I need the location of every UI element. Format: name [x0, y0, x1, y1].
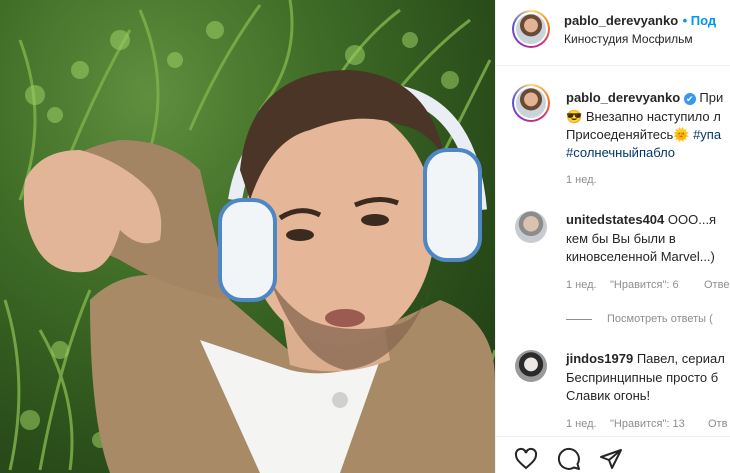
comment-likes[interactable]: "Нравится": 13	[610, 418, 685, 430]
post-header: pablo_derevyanko • Под Киностудия Мосфил…	[496, 0, 730, 66]
comment-icon[interactable]	[556, 447, 582, 471]
comment-likes[interactable]: "Нравится": 6	[610, 279, 679, 291]
commenter-avatar[interactable]	[515, 350, 547, 382]
verified-badge-icon: ✔	[683, 92, 696, 105]
hashtag-link[interactable]: #упа	[693, 127, 721, 142]
sun-emoji-icon: 🌞	[673, 127, 690, 142]
comment-timestamp[interactable]: 1 нед.	[566, 418, 597, 430]
caption-line-2: 😎 Внезапно наступило л	[566, 107, 721, 126]
view-replies-button[interactable]: Посмотреть ответы (	[607, 313, 713, 325]
caption-author[interactable]: pablo_derevyanko	[566, 90, 680, 105]
author-username[interactable]: pablo_derevyanko	[564, 13, 678, 28]
hashtag-link[interactable]: #солнечныйпабло	[566, 145, 675, 160]
author-avatar[interactable]	[512, 10, 550, 48]
comment-line-2: Беспринципные просто б	[566, 370, 719, 385]
comment-line-2: кем бы Вы были в	[566, 231, 676, 246]
post-side-panel: pablo_derevyanko • Под Киностудия Мосфил…	[495, 0, 730, 473]
comment-author[interactable]: unitedstates404	[566, 212, 664, 227]
sunglasses-emoji-icon: 😎	[566, 109, 583, 124]
comment-line-3: киновселенной Marvel...)	[566, 249, 715, 264]
follow-button[interactable]: • Под	[683, 13, 717, 28]
photo-illustration	[3, 0, 495, 473]
post-photo[interactable]	[0, 0, 495, 473]
caption-line-3: Присоеденяйтесь🌞 #упа	[566, 125, 721, 144]
comment-line-3: Славик огонь!	[566, 388, 651, 403]
comment-line-1: unitedstates404 ООО...я	[566, 210, 716, 229]
comment-author[interactable]: jindos1979	[566, 351, 633, 366]
comment-text: ООО...я	[667, 212, 717, 227]
caption-text-1: Внезапно наступило л	[585, 109, 721, 124]
share-icon[interactable]	[598, 447, 624, 471]
comment-timestamp[interactable]: 1 нед.	[566, 279, 597, 291]
heart-icon[interactable]	[513, 447, 539, 471]
caption-line-1: pablo_derevyanko ✔ При	[566, 88, 723, 107]
view-replies-divider	[566, 319, 592, 320]
action-bar	[496, 436, 730, 473]
comment-reply-button[interactable]: Отве	[704, 279, 729, 291]
comment-line-1: jindos1979 Павел, сериал	[566, 349, 725, 368]
commenter-avatar[interactable]	[515, 211, 547, 243]
caption-author-avatar[interactable]	[512, 84, 550, 122]
caption-line-4: #солнечныйпабло	[566, 143, 675, 162]
caption-text-2: Присоеденяйтесь	[566, 127, 674, 142]
comment-reply-button[interactable]: Отв	[708, 418, 727, 430]
caption-timestamp[interactable]: 1 нед.	[566, 174, 597, 186]
location-link[interactable]: Киностудия Мосфильм	[564, 32, 693, 46]
caption-lead: При	[699, 90, 724, 105]
comment-text: Павел, сериал	[636, 351, 725, 366]
